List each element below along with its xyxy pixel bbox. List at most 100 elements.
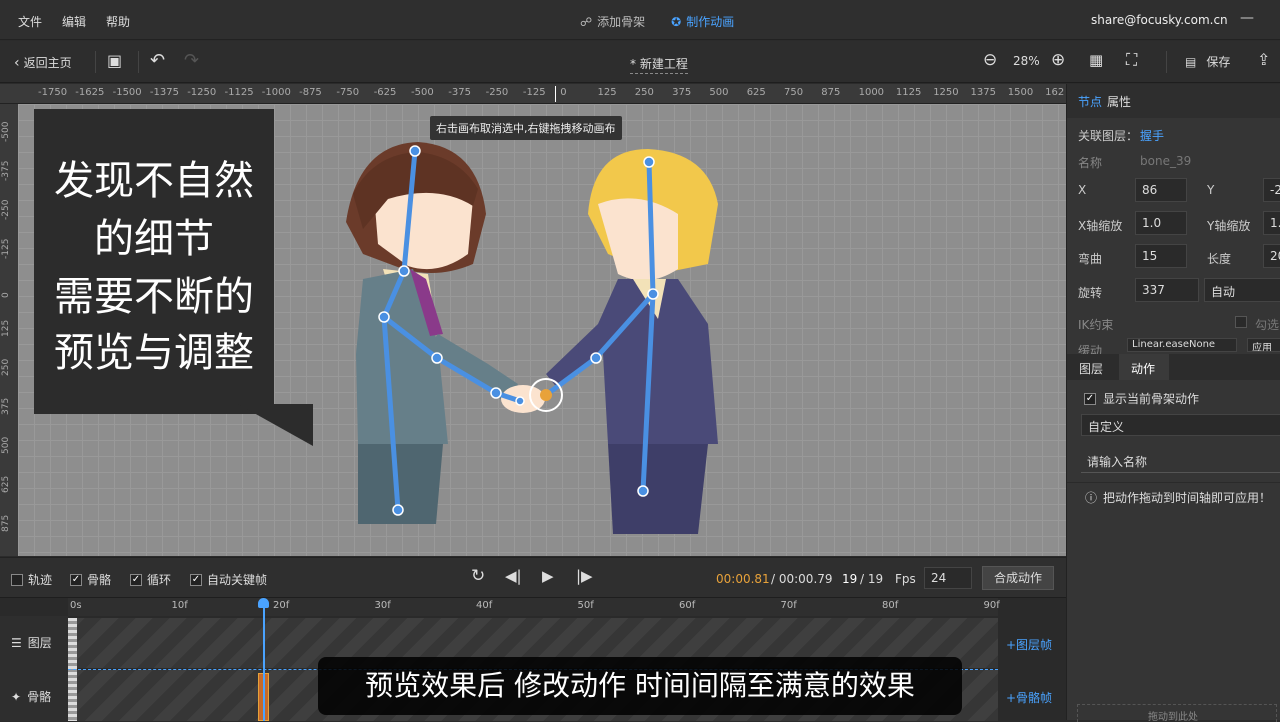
divider [138, 51, 139, 73]
ik-check-label: 勾选 [1255, 318, 1280, 332]
back-home-button[interactable]: ‹ 返回主页 [14, 54, 72, 71]
account-email[interactable]: share@focusky.com.cn [1091, 13, 1228, 27]
divider [95, 51, 96, 73]
ruler-tick: -125 [1, 238, 11, 259]
fullscreen-icon[interactable]: ⛶ [1126, 50, 1137, 70]
canvas[interactable]: 发现不自然 的细节 需要不断的 预览与调整 右击画布取消选中,右键拖拽移动画布 [18, 104, 1066, 556]
redo-icon[interactable]: ↷ [184, 50, 199, 71]
save-label: 保存 [1206, 55, 1231, 69]
bend-input[interactable]: 15 [1135, 244, 1187, 268]
y-label: Y [1207, 183, 1215, 197]
xscale-input[interactable]: 1.0 [1135, 211, 1187, 235]
frame-total: / 19 [860, 572, 884, 586]
undo-icon[interactable]: ↶ [150, 50, 165, 71]
loop-toggle[interactable]: ✓ 循环 [130, 571, 171, 588]
ruler-tick: 625 [746, 87, 766, 98]
ruler-tick: 162 [1045, 87, 1065, 98]
name-input[interactable]: 请输入名称 [1081, 447, 1280, 473]
project-title[interactable]: * 新建工程 [630, 55, 688, 74]
x-input[interactable]: 86 [1135, 178, 1187, 202]
fps-select[interactable]: 24 [924, 567, 972, 589]
ik-checkbox[interactable] [1235, 316, 1247, 328]
compose-button[interactable]: 合成动作 [982, 566, 1054, 590]
yscale-input[interactable]: 1. [1263, 211, 1280, 235]
ruler-tick: -1625 [75, 87, 105, 98]
ruler-tick: 125 [1, 319, 11, 337]
minimize-icon[interactable]: — [1240, 10, 1254, 26]
loop-checkbox[interactable]: ✓ [130, 573, 142, 586]
tab-make-animation[interactable]: ✪ 制作动画 [671, 13, 734, 30]
zoom-in-icon[interactable]: ⊕ [1051, 50, 1065, 70]
ruler-tick: -1750 [38, 87, 68, 98]
tab-add-skeleton[interactable]: ☍ 添加骨架 [580, 13, 645, 30]
menu-edit[interactable]: 编辑 [62, 13, 86, 30]
frame-ruler[interactable]: 0s 10f 20f 30f 40f 50f 60f 70f 80f 90f [68, 598, 1000, 616]
playhead[interactable] [263, 600, 265, 721]
new-frame-icon[interactable]: ▣ [107, 51, 122, 70]
frame-tick: 30f [374, 600, 391, 611]
ruler-tick: 500 [1, 436, 11, 454]
panel-header: 节点 属性 [1067, 84, 1280, 118]
xscale-label: X轴缩放 [1078, 219, 1123, 233]
x-label: X [1078, 183, 1087, 197]
ruler-tick: -1250 [187, 87, 217, 98]
track-checkbox[interactable] [11, 573, 23, 586]
rotate-input[interactable]: 337 [1135, 278, 1199, 302]
ruler-tick: 1000 [858, 87, 885, 98]
skeleton-checkbox[interactable]: ✓ [70, 573, 82, 586]
autokey-toggle[interactable]: ✓ 自动关键帧 [190, 571, 267, 588]
ruler-tick: -625 [373, 87, 397, 98]
show-action-label: 显示当前骨架动作 [1103, 392, 1200, 406]
show-action-checkbox[interactable]: ✓ [1084, 392, 1096, 405]
play-icon[interactable]: ▶ [542, 567, 554, 585]
tab-node[interactable]: 节点 [1078, 93, 1102, 110]
replay-icon[interactable]: ↻ [471, 566, 485, 586]
run-figure-icon: ✪ [671, 14, 682, 29]
next-frame-icon[interactable]: |▶ [576, 567, 593, 585]
add-layer-frame-button[interactable]: +图层帧 [1006, 636, 1052, 653]
info-icon: ⓘ [1085, 491, 1098, 505]
save-button[interactable]: ▤ 保存 [1185, 53, 1230, 70]
left-character [346, 142, 518, 524]
menu-help[interactable]: 帮助 [106, 13, 130, 30]
prev-frame-icon[interactable]: ◀| [505, 567, 522, 585]
zoom-out-icon[interactable]: ⊖ [983, 50, 997, 70]
selected-joint[interactable] [540, 389, 552, 401]
rotate-label: 旋转 [1078, 286, 1103, 300]
right-character [546, 149, 718, 534]
tab-properties[interactable]: 属性 [1107, 93, 1131, 110]
delete-drop-zone[interactable]: 拖动到此处删除 [1077, 704, 1277, 722]
autokey-label: 自动关键帧 [207, 573, 268, 587]
length-input[interactable]: 20 [1263, 244, 1280, 268]
rotate-mode-select[interactable]: 自动 [1204, 278, 1280, 302]
ruler-origin-marker [555, 86, 556, 102]
show-action-row[interactable]: ✓ 显示当前骨架动作 [1084, 390, 1199, 407]
playhead-handle[interactable] [258, 598, 269, 608]
y-input[interactable]: -2 [1263, 178, 1280, 202]
apply-button[interactable]: 应用 [1247, 338, 1280, 352]
ruler-tick: 1500 [1007, 87, 1034, 98]
track-toggle[interactable]: 轨迹 [11, 571, 52, 588]
fit-screen-icon[interactable]: ▦ [1089, 51, 1103, 69]
tab-layer[interactable]: 图层 [1079, 360, 1103, 377]
properties-panel: 节点 属性 关联图层： 握手 名称 bone_39 X 86 Y -2 X轴缩放… [1066, 84, 1280, 722]
menu-file[interactable]: 文件 [18, 13, 42, 30]
time-total: / 00:00.79 [771, 572, 833, 586]
ruler-tick: 375 [1, 397, 11, 415]
frame-tick: 60f [679, 600, 696, 611]
custom-select[interactable]: 自定义 [1081, 414, 1280, 436]
tab-make-animation-label: 制作动画 [686, 15, 735, 29]
easing-select[interactable]: Linear.easeNone [1127, 338, 1237, 352]
character-illustration[interactable] [18, 104, 1066, 556]
linked-layer-value[interactable]: 握手 [1140, 127, 1164, 144]
ruler-tick: -500 [411, 87, 434, 98]
tab-action[interactable]: 动作 [1131, 360, 1155, 377]
ruler-tick: 250 [1, 358, 11, 376]
ruler-tick: 625 [1, 475, 11, 493]
frame-tick: 70f [780, 600, 797, 611]
export-icon[interactable]: ⇪ [1257, 50, 1270, 69]
autokey-checkbox[interactable]: ✓ [190, 573, 202, 586]
skeleton-toggle[interactable]: ✓ 骨骼 [70, 571, 111, 588]
video-subtitle: 预览效果后 修改动作 时间间隔至满意的效果 [318, 657, 962, 715]
add-bone-frame-button[interactable]: +骨骼帧 [1006, 689, 1052, 706]
